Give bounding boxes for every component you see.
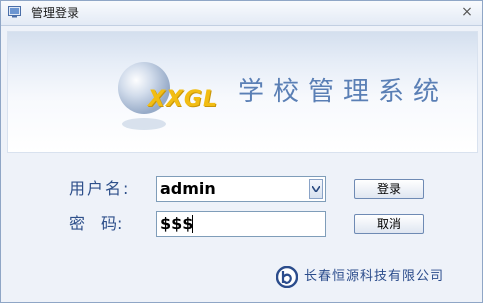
password-value[interactable]: $$$	[160, 214, 193, 234]
login-window: 管理登录 × XXGL 学校管理系统 用户名: admin 登录 密 码: $$…	[0, 0, 483, 303]
system-name: 学校管理系统	[238, 77, 449, 107]
password-field[interactable]: $$$	[156, 211, 326, 237]
cancel-button[interactable]: 取消	[354, 214, 424, 234]
close-icon[interactable]: ×	[458, 4, 476, 20]
login-form: 用户名: admin 登录 密 码: $$$ 取消 长春恒源科技有限公司	[1, 153, 482, 302]
text-caret	[192, 215, 193, 233]
username-value[interactable]: admin	[160, 179, 216, 199]
username-label: 用户名:	[69, 179, 131, 198]
app-icon	[8, 6, 21, 18]
dropdown-arrow-icon[interactable]	[309, 179, 323, 199]
logo-text: XXGL	[148, 87, 218, 112]
title-bar[interactable]: 管理登录 ×	[1, 1, 482, 26]
company-logo-icon	[276, 266, 298, 288]
username-combobox[interactable]: admin	[156, 176, 326, 202]
banner: XXGL 学校管理系统	[7, 31, 478, 153]
login-button[interactable]: 登录	[354, 179, 424, 199]
window-title: 管理登录	[31, 6, 80, 20]
password-label: 密 码:	[69, 214, 123, 233]
company-name: 长春恒源科技有限公司	[304, 269, 445, 284]
